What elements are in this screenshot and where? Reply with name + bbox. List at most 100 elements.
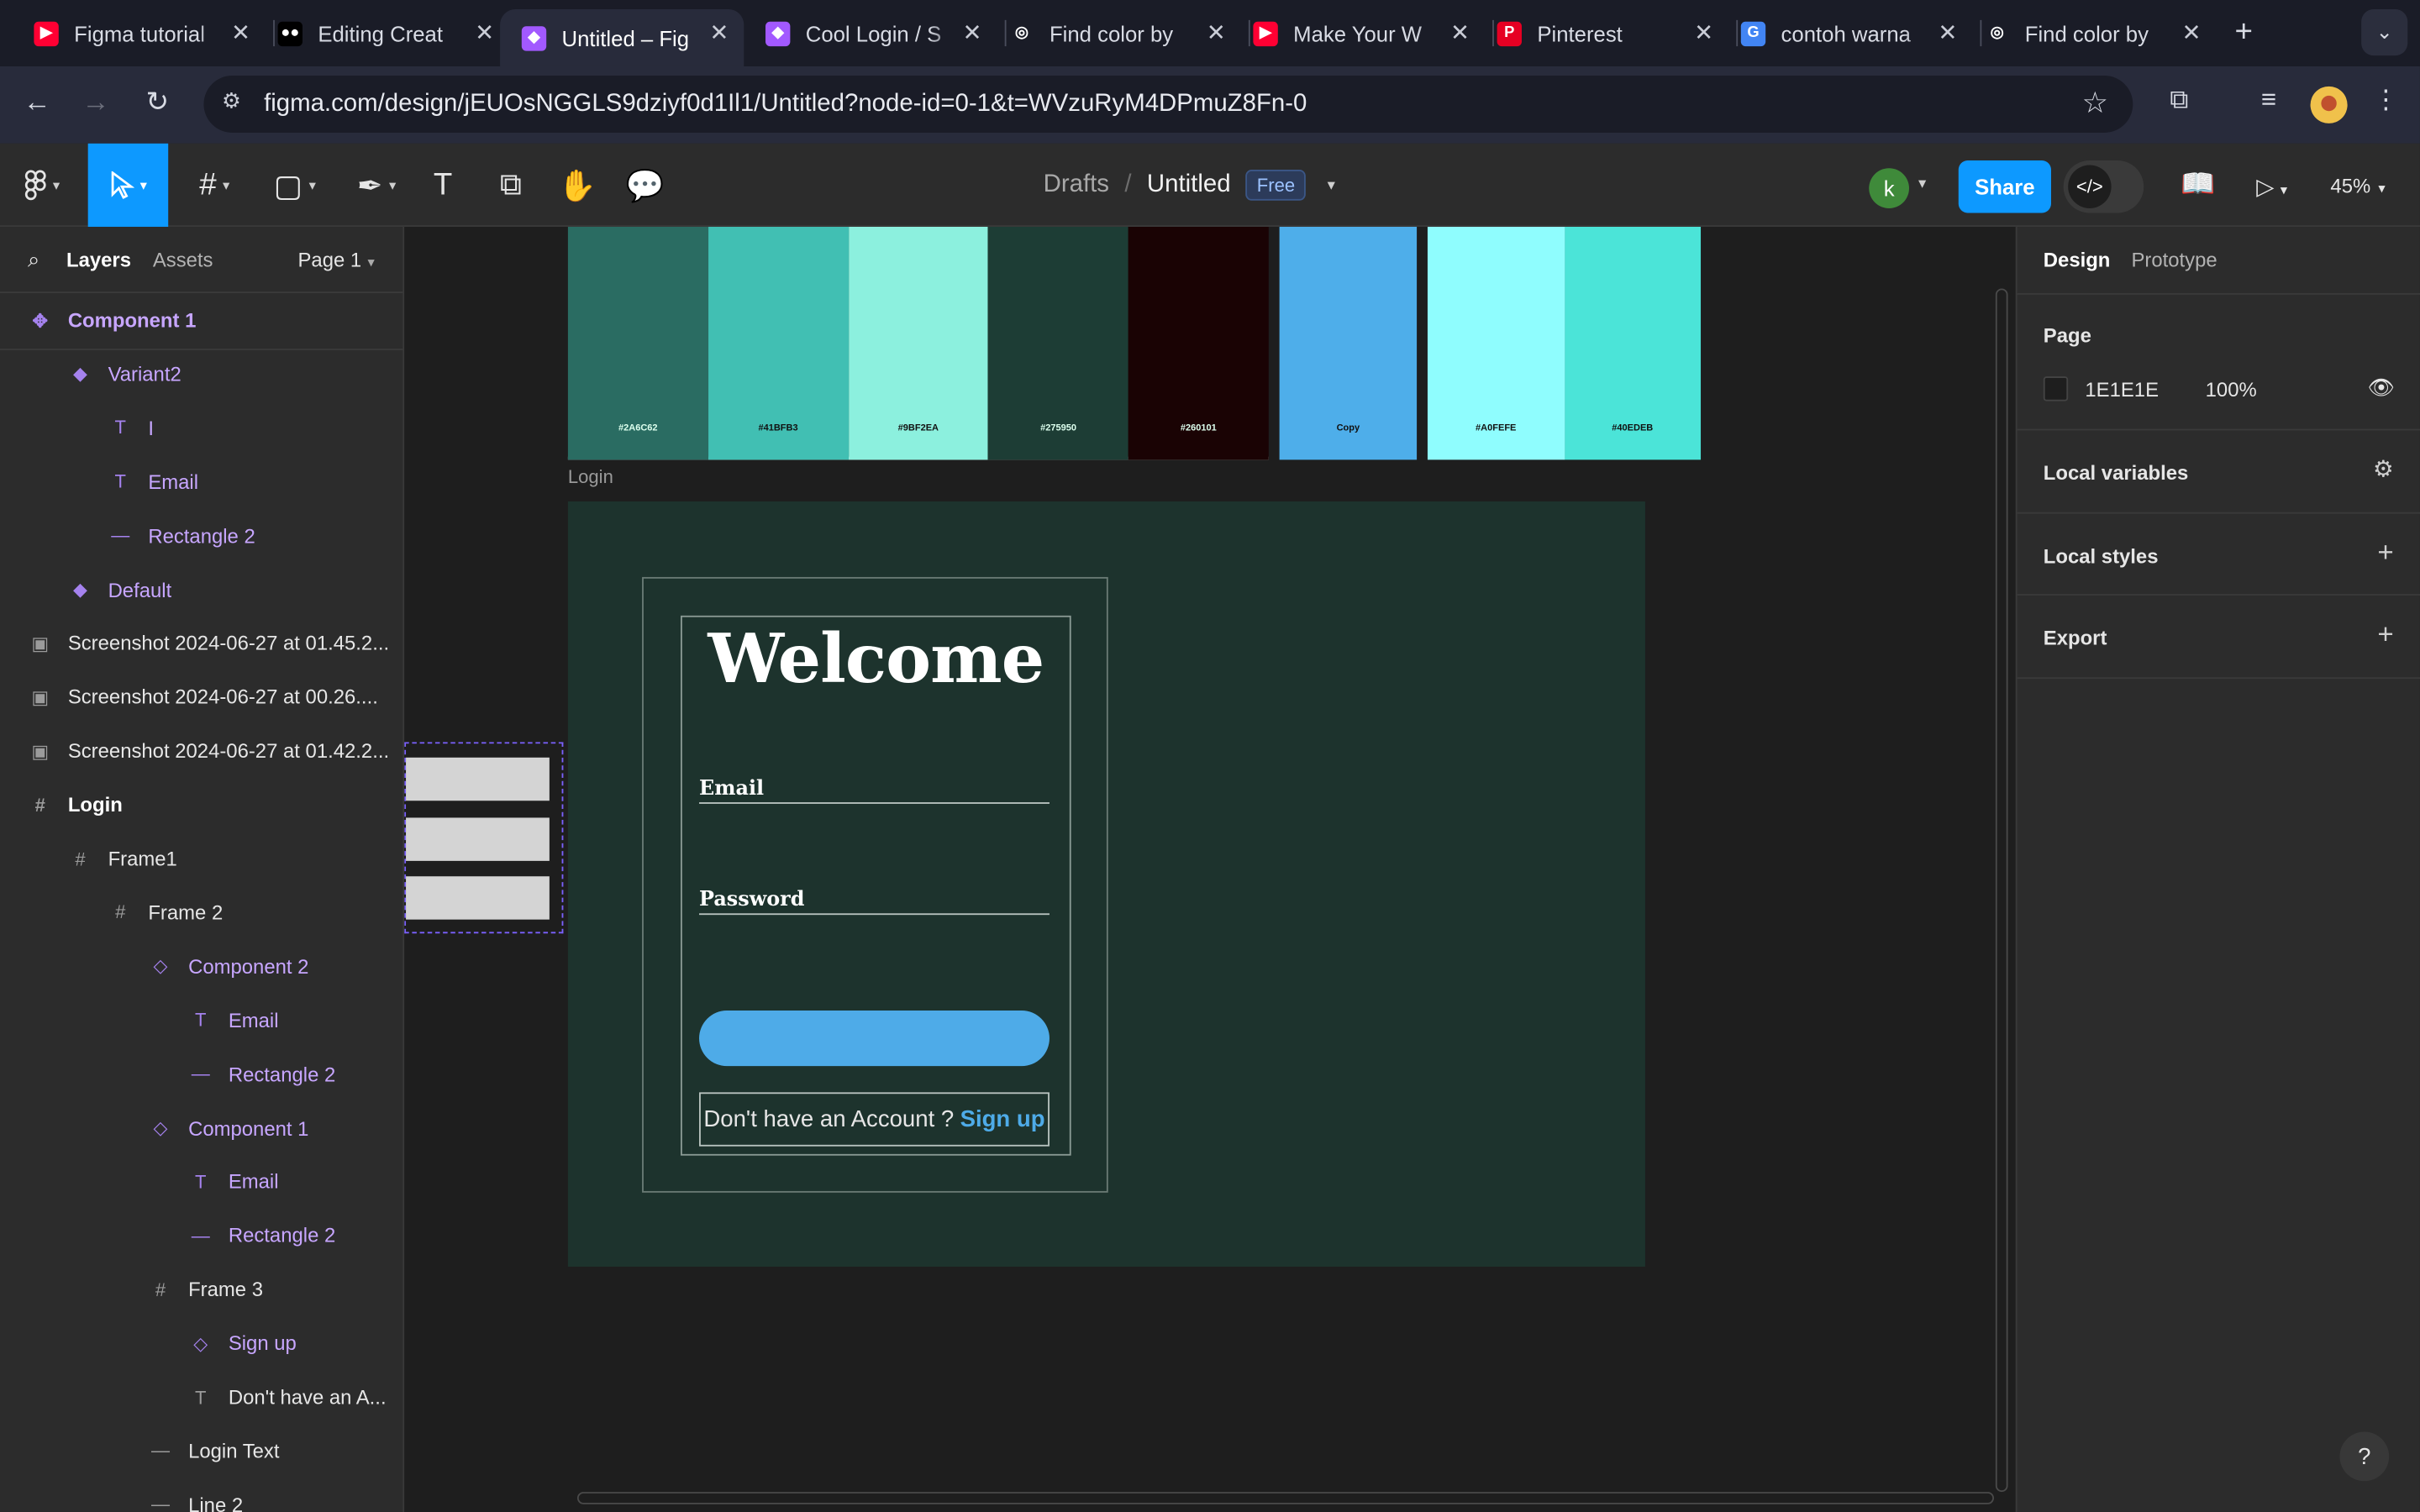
bookmark-star-icon[interactable]: ☆ bbox=[2082, 87, 2108, 122]
add-export-plus-icon[interactable]: + bbox=[2377, 619, 2393, 652]
layer-row[interactable]: T Email bbox=[0, 993, 402, 1047]
color-swatch[interactable]: #2A6C62 bbox=[567, 226, 708, 460]
forward-icon[interactable]: → bbox=[77, 87, 114, 119]
browser-tab[interactable]: ▶ Make Your W ✕ bbox=[1253, 9, 1485, 57]
layer-row[interactable]: T Email bbox=[0, 1155, 402, 1209]
vertical-scrollbar[interactable] bbox=[1995, 288, 2008, 1493]
palette-screenshot-1[interactable]: #2A6C62 #41BFB3 #9BF2EA #275950 #260101 bbox=[567, 226, 1269, 460]
layer-row[interactable]: ◇ Component 1 bbox=[0, 1100, 402, 1154]
chevron-down-icon[interactable]: ▾ bbox=[1918, 176, 1926, 192]
profile-avatar[interactable] bbox=[2310, 86, 2348, 123]
close-tab-icon[interactable]: ✕ bbox=[1448, 18, 1472, 46]
page-color-opacity[interactable]: 100% bbox=[2206, 378, 2257, 402]
page-selector[interactable]: Page 1 ▾ bbox=[297, 249, 374, 272]
layer-row[interactable]: — Rectangle 2 bbox=[0, 1209, 402, 1263]
layer-row[interactable]: — Rectangle 2 bbox=[0, 1047, 402, 1100]
color-swatch[interactable]: #41BFB3 bbox=[708, 226, 849, 460]
layer-row[interactable]: ✥ Component 1 bbox=[0, 293, 402, 347]
layer-row[interactable]: ◆ Variant2 bbox=[0, 347, 402, 401]
present-play-icon[interactable]: ▷ ▾ bbox=[2256, 173, 2287, 201]
color-swatch[interactable]: Copy bbox=[1279, 226, 1418, 460]
horizontal-scrollbar[interactable] bbox=[576, 1492, 1995, 1504]
layer-row[interactable]: # Login bbox=[0, 778, 402, 832]
close-tab-icon[interactable]: ✕ bbox=[472, 18, 497, 46]
color-swatch[interactable]: #275950 bbox=[988, 226, 1128, 460]
browser-tab[interactable]: ●● Editing Creat ✕ bbox=[277, 9, 510, 57]
close-tab-icon[interactable]: ✕ bbox=[2179, 18, 2203, 46]
email-underline[interactable] bbox=[699, 802, 1050, 804]
eye-icon[interactable]: 👁 bbox=[2367, 375, 2395, 401]
layer-row[interactable]: ▣ Screenshot 2024-06-27 at 00.26.... bbox=[0, 670, 402, 724]
search-icon[interactable]: ⌕ bbox=[28, 247, 39, 273]
layer-row[interactable]: ◆ Default bbox=[0, 562, 402, 616]
site-info-icon[interactable]: ⚙ bbox=[216, 88, 247, 119]
help-icon[interactable]: ? bbox=[2339, 1431, 2390, 1482]
figma-main-menu-icon[interactable]: ▾ bbox=[0, 144, 85, 227]
page-color-hex[interactable]: 1E1E1E bbox=[2085, 378, 2159, 402]
browser-tab[interactable]: ◆ Cool Login / S ✕ bbox=[765, 9, 997, 57]
text-tool-icon[interactable]: T bbox=[423, 144, 463, 227]
local-variables-section[interactable]: Local variables ⚙ bbox=[2017, 430, 2420, 514]
selected-component-set[interactable] bbox=[404, 742, 564, 934]
close-tab-icon[interactable]: ✕ bbox=[707, 18, 731, 46]
move-tool-icon[interactable]: ▾ bbox=[87, 143, 169, 227]
password-label[interactable]: Password bbox=[699, 889, 804, 912]
signup-prompt[interactable]: Don't have an Account ? bbox=[703, 1106, 954, 1132]
password-underline[interactable] bbox=[699, 913, 1050, 916]
tab-assets[interactable]: Assets bbox=[153, 249, 213, 272]
layer-row[interactable]: ▣ Screenshot 2024-06-27 at 01.42.2... bbox=[0, 724, 402, 778]
breadcrumb-drafts[interactable]: Drafts bbox=[1044, 171, 1109, 199]
extensions-icon[interactable]: ⧉ bbox=[2160, 85, 2197, 116]
design-canvas[interactable]: #2A6C62 #41BFB3 #9BF2EA #275950 #260101 Copy… bbox=[404, 226, 2016, 1512]
dev-mode-toggle[interactable]: </> bbox=[2063, 160, 2144, 213]
layer-row[interactable]: ◇ Sign up bbox=[0, 1316, 402, 1370]
page-color-swatch[interactable] bbox=[2043, 376, 2069, 402]
file-name[interactable]: Untitled bbox=[1147, 171, 1231, 199]
layer-row[interactable]: — Login Text bbox=[0, 1424, 402, 1478]
tab-layers[interactable]: Layers bbox=[66, 249, 131, 272]
layer-row[interactable]: T Don't have an A... bbox=[0, 1370, 402, 1424]
browser-tab[interactable]: ◆ Untitled – Fig ✕ bbox=[500, 9, 744, 66]
add-style-plus-icon[interactable]: + bbox=[2377, 537, 2393, 570]
layer-row[interactable]: # Frame 3 bbox=[0, 1263, 402, 1316]
pen-tool-icon[interactable]: ✒ ▾ bbox=[345, 144, 409, 227]
close-tab-icon[interactable]: ✕ bbox=[960, 18, 984, 46]
color-swatch[interactable]: #40EDEB bbox=[1564, 226, 1702, 460]
layer-row[interactable]: — Line 2 bbox=[0, 1478, 402, 1512]
reload-icon[interactable]: ↻ bbox=[139, 87, 176, 119]
comment-tool-icon[interactable]: 💬 bbox=[625, 144, 666, 227]
color-swatch[interactable]: #9BF2EA bbox=[848, 226, 989, 460]
hand-tool-icon[interactable]: ✋ bbox=[557, 144, 597, 227]
layer-row[interactable]: — Rectangle 2 bbox=[0, 508, 402, 562]
browser-menu-icon[interactable]: ⋮ bbox=[2367, 85, 2404, 116]
chevron-down-icon[interactable]: ▾ bbox=[1328, 176, 1335, 193]
welcome-heading[interactable]: Welcome bbox=[682, 620, 1070, 699]
resources-tool-icon[interactable]: ⧉ bbox=[491, 144, 531, 227]
back-icon[interactable]: ← bbox=[18, 87, 55, 119]
close-tab-icon[interactable]: ✕ bbox=[1204, 18, 1228, 46]
login-button[interactable] bbox=[699, 1011, 1050, 1067]
media-controls-icon[interactable]: ≡ bbox=[2250, 85, 2287, 116]
frame-label[interactable]: Login bbox=[568, 466, 613, 488]
local-styles-section[interactable]: Local styles + bbox=[2017, 514, 2420, 596]
email-label[interactable]: Email bbox=[699, 778, 764, 801]
library-icon[interactable]: 📖 bbox=[2181, 168, 2215, 201]
browser-tab[interactable]: Gcontoh warna ✕ bbox=[1740, 9, 1973, 57]
zoom-level[interactable]: 45% ▾ bbox=[2330, 175, 2385, 198]
color-swatch[interactable]: #A0FEFE bbox=[1427, 226, 1565, 460]
color-swatch[interactable]: #260101 bbox=[1128, 226, 1269, 460]
layer-row[interactable]: ▣ Screenshot 2024-06-27 at 01.45.2... bbox=[0, 617, 402, 670]
layer-row[interactable]: # Frame 2 bbox=[0, 885, 402, 939]
signup-link[interactable]: Sign up bbox=[960, 1106, 1045, 1132]
tab-search-icon[interactable]: ⌄ bbox=[2361, 9, 2408, 56]
url-text[interactable]: figma.com/design/jEUOsNGGLS9dziyf0d1Il1/… bbox=[264, 91, 1307, 118]
browser-tab[interactable]: ◎ Find color by ✕ bbox=[1009, 9, 1241, 57]
frame1[interactable]: Welcome Email Password Don't have an Acc… bbox=[642, 576, 1108, 1193]
share-button[interactable]: Share bbox=[1958, 160, 2051, 213]
rectangle-tool-icon[interactable]: ▢ ▾ bbox=[262, 144, 327, 227]
frame-tool-icon[interactable]: # ▾ bbox=[182, 144, 247, 227]
layer-row[interactable]: TI bbox=[0, 401, 402, 454]
variables-settings-icon[interactable]: ⚙ bbox=[2373, 455, 2394, 483]
new-tab-plus-icon[interactable]: + bbox=[2235, 15, 2253, 50]
signup-frame[interactable]: Don't have an Account ? Sign up bbox=[699, 1092, 1050, 1147]
